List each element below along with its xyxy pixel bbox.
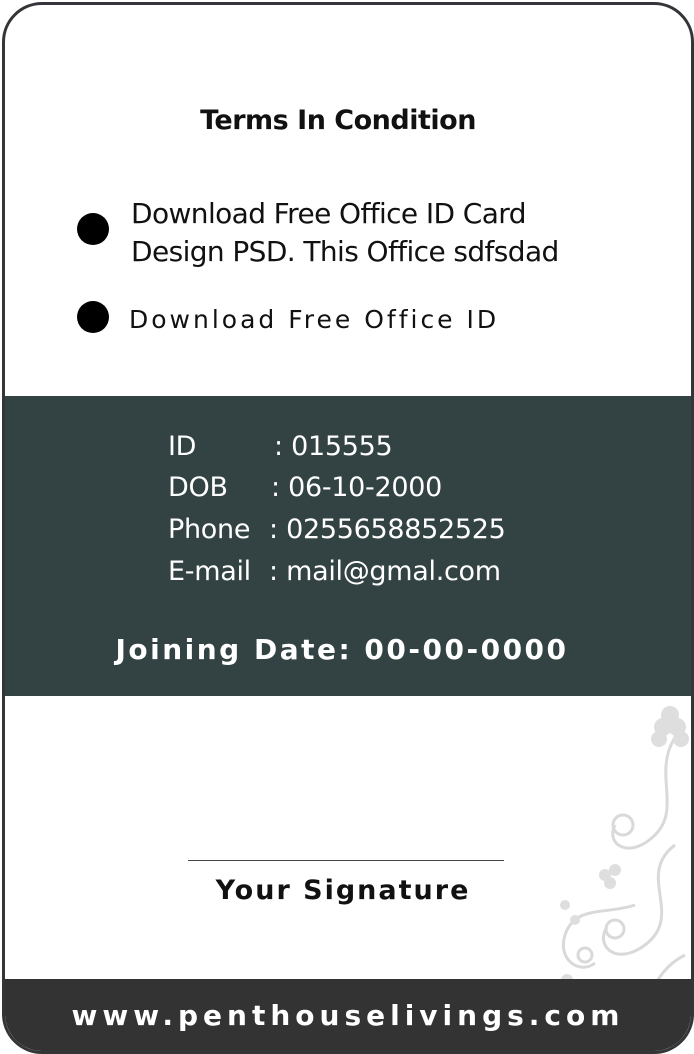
info-label-dob: DOB bbox=[168, 472, 228, 503]
term-item-1-line2: Design PSD. This Office sdfsdad bbox=[131, 235, 559, 268]
joining-date: Joining Date: 00-00-0000 bbox=[115, 633, 569, 666]
info-label-email: E-mail bbox=[168, 556, 251, 587]
info-value-id: : 015555 bbox=[274, 431, 393, 462]
term-item-1-line1: Download Free Office ID Card bbox=[131, 197, 526, 230]
website-link[interactable]: www.penthouselivings.com bbox=[5, 999, 691, 1032]
info-value-email: : mail@gmal.com bbox=[269, 556, 501, 587]
info-value-dob: : 06-10-2000 bbox=[271, 472, 442, 503]
bullet-icon bbox=[77, 301, 109, 333]
bullet-icon bbox=[77, 213, 109, 245]
info-row-dob: DOB : 06-10-2000 bbox=[168, 472, 442, 503]
id-card-back: Terms In Condition Download Free Office … bbox=[2, 2, 694, 1054]
info-label-id: ID bbox=[168, 431, 197, 462]
info-row-email: E-mail : mail@gmal.com bbox=[168, 556, 501, 587]
info-label-phone: Phone bbox=[168, 514, 251, 545]
signature-label: Your Signature bbox=[215, 875, 471, 906]
info-row-phone: Phone : 0255658852525 bbox=[168, 514, 506, 545]
term-item-1: Download Free Office ID Card Design PSD.… bbox=[131, 195, 591, 271]
info-row-id: ID : 015555 bbox=[168, 431, 393, 462]
term-item-2: Download Free Office ID bbox=[129, 305, 500, 334]
info-value-phone: : 0255658852525 bbox=[269, 514, 506, 545]
signature-line bbox=[188, 860, 504, 861]
terms-title: Terms In Condition bbox=[200, 105, 476, 136]
